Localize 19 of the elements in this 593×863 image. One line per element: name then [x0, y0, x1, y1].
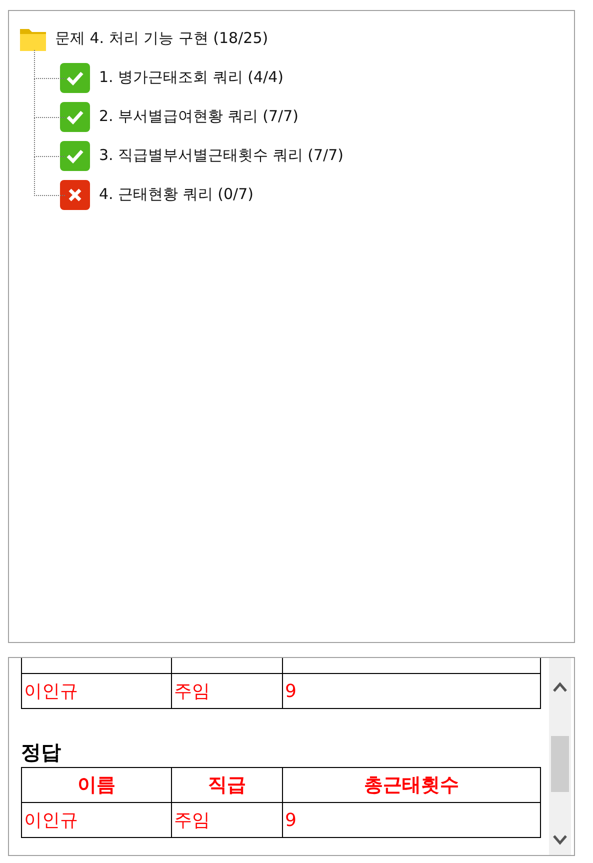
tree-item[interactable]: 1. 병가근태조회 쿼리 (4/4) [99, 68, 284, 87]
table-cell: 이인규 [22, 802, 172, 838]
table-cell: 주임 [172, 802, 282, 838]
table-cell: 주임 [172, 674, 282, 708]
column-header: 직급 [172, 768, 282, 802]
table-cell: 이인규 [22, 674, 172, 708]
answer-title: 정답 [21, 739, 62, 765]
tree-item[interactable]: 2. 부서별급여현황 쿼리 (7/7) [99, 107, 298, 126]
scroll-down-icon[interactable] [552, 835, 568, 845]
table-cell: 9 [282, 802, 540, 838]
column-header: 이름 [22, 768, 172, 802]
scroll-up-icon[interactable] [552, 682, 568, 692]
column-header: 총근태횟수 [282, 768, 540, 802]
tree-item[interactable]: 3. 직급별부서별근태횟수 쿼리 (7/7) [99, 146, 344, 165]
table-cell: 9 [282, 674, 540, 708]
scrollbar[interactable] [549, 658, 571, 855]
tree-item[interactable]: 4. 근태현황 쿼리 (0/7) [99, 185, 254, 204]
tree-item[interactable]: 문제 4. 처리 기능 구현 (18/25) [55, 29, 268, 48]
scroll-thumb[interactable] [551, 736, 569, 792]
